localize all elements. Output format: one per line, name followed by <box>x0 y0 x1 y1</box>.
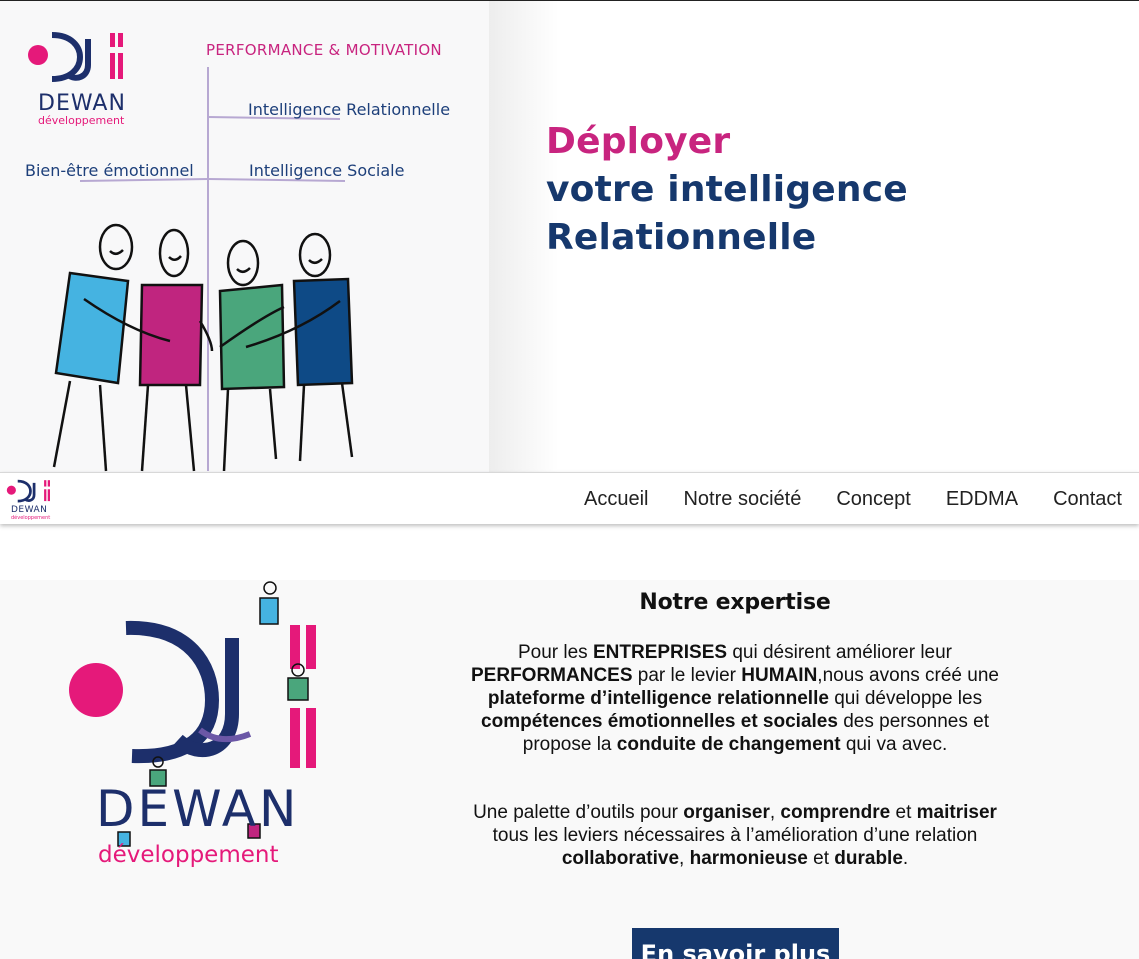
nav-item-concept[interactable]: Concept <box>836 488 911 511</box>
nav-item-eddma[interactable]: EDDMA <box>946 488 1018 511</box>
dewan-logo-small-icon <box>6 479 50 503</box>
expertise-paragraph-1: Pour les ENTREPRISES qui désirent amélio… <box>471 642 999 755</box>
hero-title-line2: votre intelligence <box>546 169 908 210</box>
nav-logo-sub: développement <box>11 515 51 521</box>
expertise-title: Notre expertise <box>639 590 831 615</box>
hero-title-line3: Relationnelle <box>546 217 817 258</box>
nav-item-accueil[interactable]: Accueil <box>584 488 648 511</box>
nav-item-notre-societe[interactable]: Notre société <box>683 488 801 511</box>
expertise-logo-sub: développement <box>98 842 279 868</box>
expertise-paragraph-2: Une palette d’outils pour organiser, com… <box>473 802 997 869</box>
expertise-logo-brand: DEWAN <box>96 780 300 838</box>
expertise-logo: DEWAN développement <box>60 580 340 880</box>
hero-banner: DEWAN développement PERFORMANCE & MOTIVA… <box>0 1 1139 472</box>
hero-illustration: DEWAN développement PERFORMANCE & MOTIVA… <box>0 1 489 472</box>
nav-menu: Accueil Notre société Concept EDDMA Cont… <box>566 473 1139 525</box>
hero-title-line1: Déployer <box>546 121 731 162</box>
team-figures-illustration <box>52 223 354 472</box>
nav-logo-brand: DEWAN <box>11 505 48 515</box>
en-savoir-plus-button[interactable]: En savoir plus <box>632 928 839 959</box>
expertise-section: DEWAN développement Notre expertise Pour… <box>0 580 1139 959</box>
nav-logo[interactable]: DEWAN développement <box>5 477 55 523</box>
main-navbar: DEWAN développement Accueil Notre sociét… <box>0 472 1139 524</box>
hero-title: Déployer votre intelligence Relationnell… <box>546 118 908 262</box>
expertise-content: Notre expertise Pour les ENTREPRISES qui… <box>470 590 1000 870</box>
nav-item-contact[interactable]: Contact <box>1053 488 1122 511</box>
